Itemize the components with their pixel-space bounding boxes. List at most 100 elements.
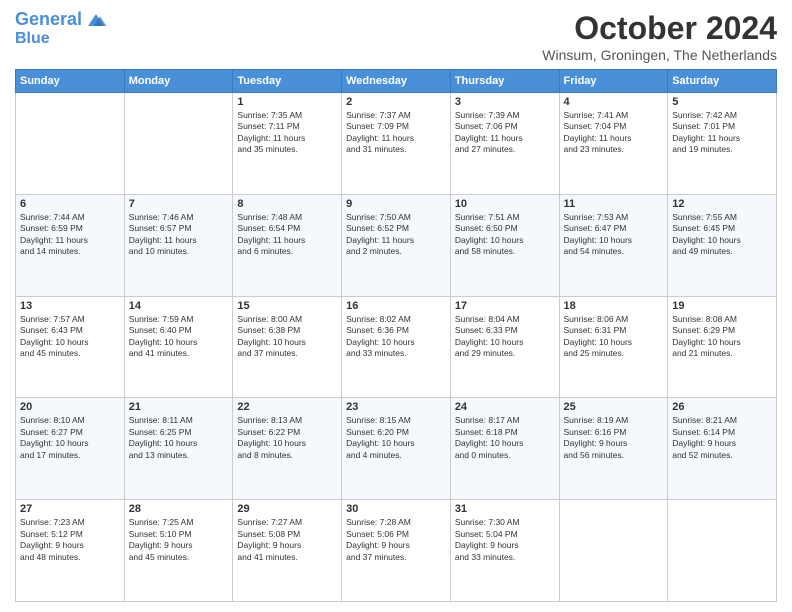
calendar-cell: 29 Sunrise: 7:27 AM Sunset: 5:08 PM Dayli… <box>233 500 342 602</box>
logo-text: General <box>15 10 82 30</box>
calendar-cell: 19Sunrise: 8:08 AM Sunset: 6:29 PM Dayli… <box>668 296 777 398</box>
cell-info: Sunrise: 8:17 AM Sunset: 6:18 PM Dayligh… <box>455 415 555 461</box>
calendar-cell: 28 Sunrise: 7:25 AM Sunset: 5:10 PM Dayli… <box>124 500 233 602</box>
day-number: 18 <box>564 300 664 312</box>
calendar-cell: 9Sunrise: 7:50 AM Sunset: 6:52 PM Daylig… <box>342 194 451 296</box>
day-number: 30 <box>346 503 446 515</box>
calendar-cell: 5 Sunrise: 7:42 AM Sunset: 7:01 PM Daylig… <box>668 93 777 195</box>
calendar-cell: 20Sunrise: 8:10 AM Sunset: 6:27 PM Dayli… <box>16 398 125 500</box>
week-row-2: 6 Sunrise: 7:44 AM Sunset: 6:59 PM Daylig… <box>16 194 777 296</box>
calendar-cell: 30 Sunrise: 7:28 AM Sunset: 5:06 PM Dayli… <box>342 500 451 602</box>
day-number: 1 <box>237 96 337 108</box>
cell-info: Sunrise: 7:42 AM Sunset: 7:01 PM Dayligh… <box>672 110 772 156</box>
day-number: 15 <box>237 300 337 312</box>
day-header-monday: Monday <box>124 70 233 93</box>
calendar-cell: 15Sunrise: 8:00 AM Sunset: 6:38 PM Dayli… <box>233 296 342 398</box>
week-row-3: 13 Sunrise: 7:57 AM Sunset: 6:43 PM Dayli… <box>16 296 777 398</box>
cell-info: Sunrise: 7:55 AM Sunset: 6:45 PM Dayligh… <box>672 212 772 258</box>
calendar-cell: 10Sunrise: 7:51 AM Sunset: 6:50 PM Dayli… <box>450 194 559 296</box>
calendar-cell: 18 Sunrise: 8:06 AM Sunset: 6:31 PM Dayli… <box>559 296 668 398</box>
cell-info: Sunrise: 7:39 AM Sunset: 7:06 PM Dayligh… <box>455 110 555 156</box>
day-number: 31 <box>455 503 555 515</box>
title-block: October 2024 Winsum, Groningen, The Neth… <box>542 10 777 63</box>
calendar-cell: 7 Sunrise: 7:46 AM Sunset: 6:57 PM Daylig… <box>124 194 233 296</box>
calendar-cell: 3 Sunrise: 7:39 AM Sunset: 7:06 PM Daylig… <box>450 93 559 195</box>
cell-info: Sunrise: 7:51 AM Sunset: 6:50 PM Dayligh… <box>455 212 555 258</box>
cell-info: Sunrise: 8:04 AM Sunset: 6:33 PM Dayligh… <box>455 314 555 360</box>
day-header-wednesday: Wednesday <box>342 70 451 93</box>
cell-info: Sunrise: 7:46 AM Sunset: 6:57 PM Dayligh… <box>129 212 229 258</box>
cell-info: Sunrise: 7:35 AM Sunset: 7:11 PM Dayligh… <box>237 110 337 156</box>
calendar-cell <box>559 500 668 602</box>
cell-info: Sunrise: 7:57 AM Sunset: 6:43 PM Dayligh… <box>20 314 120 360</box>
calendar-cell: 12 Sunrise: 7:55 AM Sunset: 6:45 PM Dayli… <box>668 194 777 296</box>
calendar-cell: 11 Sunrise: 7:53 AM Sunset: 6:47 PM Dayli… <box>559 194 668 296</box>
day-number: 26 <box>672 401 772 413</box>
calendar-cell: 24 Sunrise: 8:17 AM Sunset: 6:18 PM Dayli… <box>450 398 559 500</box>
day-number: 9 <box>346 198 446 210</box>
cell-info: Sunrise: 7:48 AM Sunset: 6:54 PM Dayligh… <box>237 212 337 258</box>
logo: General Blue <box>15 10 108 48</box>
day-header-thursday: Thursday <box>450 70 559 93</box>
day-number: 21 <box>129 401 229 413</box>
day-number: 11 <box>564 198 664 210</box>
cell-info: Sunrise: 7:44 AM Sunset: 6:59 PM Dayligh… <box>20 212 120 258</box>
day-number: 23 <box>346 401 446 413</box>
day-number: 29 <box>237 503 337 515</box>
day-header-saturday: Saturday <box>668 70 777 93</box>
page: General Blue October 2024 Winsum, Gronin… <box>0 0 792 612</box>
calendar-cell <box>124 93 233 195</box>
calendar-cell: 23Sunrise: 8:15 AM Sunset: 6:20 PM Dayli… <box>342 398 451 500</box>
calendar-cell: 26 Sunrise: 8:21 AM Sunset: 6:14 PM Dayli… <box>668 398 777 500</box>
location: Winsum, Groningen, The Netherlands <box>542 47 777 63</box>
logo-text-blue: Blue <box>15 30 108 48</box>
day-number: 14 <box>129 300 229 312</box>
day-number: 13 <box>20 300 120 312</box>
cell-info: Sunrise: 7:27 AM Sunset: 5:08 PM Dayligh… <box>237 517 337 563</box>
day-header-friday: Friday <box>559 70 668 93</box>
day-header-tuesday: Tuesday <box>233 70 342 93</box>
cell-info: Sunrise: 8:11 AM Sunset: 6:25 PM Dayligh… <box>129 415 229 461</box>
day-number: 12 <box>672 198 772 210</box>
calendar-cell: 8 Sunrise: 7:48 AM Sunset: 6:54 PM Daylig… <box>233 194 342 296</box>
calendar-cell: 21 Sunrise: 8:11 AM Sunset: 6:25 PM Dayli… <box>124 398 233 500</box>
day-number: 7 <box>129 198 229 210</box>
cell-info: Sunrise: 8:06 AM Sunset: 6:31 PM Dayligh… <box>564 314 664 360</box>
day-number: 24 <box>455 401 555 413</box>
cell-info: Sunrise: 7:41 AM Sunset: 7:04 PM Dayligh… <box>564 110 664 156</box>
calendar-cell: 6 Sunrise: 7:44 AM Sunset: 6:59 PM Daylig… <box>16 194 125 296</box>
day-number: 8 <box>237 198 337 210</box>
calendar-table: SundayMondayTuesdayWednesdayThursdayFrid… <box>15 69 777 602</box>
cell-info: Sunrise: 7:28 AM Sunset: 5:06 PM Dayligh… <box>346 517 446 563</box>
cell-info: Sunrise: 8:10 AM Sunset: 6:27 PM Dayligh… <box>20 415 120 461</box>
cell-info: Sunrise: 7:59 AM Sunset: 6:40 PM Dayligh… <box>129 314 229 360</box>
cell-info: Sunrise: 7:53 AM Sunset: 6:47 PM Dayligh… <box>564 212 664 258</box>
calendar-cell: 22 Sunrise: 8:13 AM Sunset: 6:22 PM Dayli… <box>233 398 342 500</box>
day-header-sunday: Sunday <box>16 70 125 93</box>
day-number: 3 <box>455 96 555 108</box>
calendar-cell: 4 Sunrise: 7:41 AM Sunset: 7:04 PM Daylig… <box>559 93 668 195</box>
week-row-4: 20Sunrise: 8:10 AM Sunset: 6:27 PM Dayli… <box>16 398 777 500</box>
day-number: 4 <box>564 96 664 108</box>
cell-info: Sunrise: 8:02 AM Sunset: 6:36 PM Dayligh… <box>346 314 446 360</box>
cell-info: Sunrise: 7:30 AM Sunset: 5:04 PM Dayligh… <box>455 517 555 563</box>
day-number: 25 <box>564 401 664 413</box>
day-number: 5 <box>672 96 772 108</box>
calendar-cell: 14 Sunrise: 7:59 AM Sunset: 6:40 PM Dayli… <box>124 296 233 398</box>
cell-info: Sunrise: 8:21 AM Sunset: 6:14 PM Dayligh… <box>672 415 772 461</box>
day-number: 17 <box>455 300 555 312</box>
calendar-cell: 25Sunrise: 8:19 AM Sunset: 6:16 PM Dayli… <box>559 398 668 500</box>
calendar-cell: 31 Sunrise: 7:30 AM Sunset: 5:04 PM Dayli… <box>450 500 559 602</box>
day-number: 6 <box>20 198 120 210</box>
calendar-cell: 2Sunrise: 7:37 AM Sunset: 7:09 PM Daylig… <box>342 93 451 195</box>
day-number: 22 <box>237 401 337 413</box>
calendar-cell: 13 Sunrise: 7:57 AM Sunset: 6:43 PM Dayli… <box>16 296 125 398</box>
day-headers-row: SundayMondayTuesdayWednesdayThursdayFrid… <box>16 70 777 93</box>
week-row-5: 27Sunrise: 7:23 AM Sunset: 5:12 PM Dayli… <box>16 500 777 602</box>
day-number: 27 <box>20 503 120 515</box>
cell-info: Sunrise: 8:08 AM Sunset: 6:29 PM Dayligh… <box>672 314 772 360</box>
header: General Blue October 2024 Winsum, Gronin… <box>15 10 777 63</box>
day-number: 28 <box>129 503 229 515</box>
cell-info: Sunrise: 8:13 AM Sunset: 6:22 PM Dayligh… <box>237 415 337 461</box>
cell-info: Sunrise: 7:25 AM Sunset: 5:10 PM Dayligh… <box>129 517 229 563</box>
